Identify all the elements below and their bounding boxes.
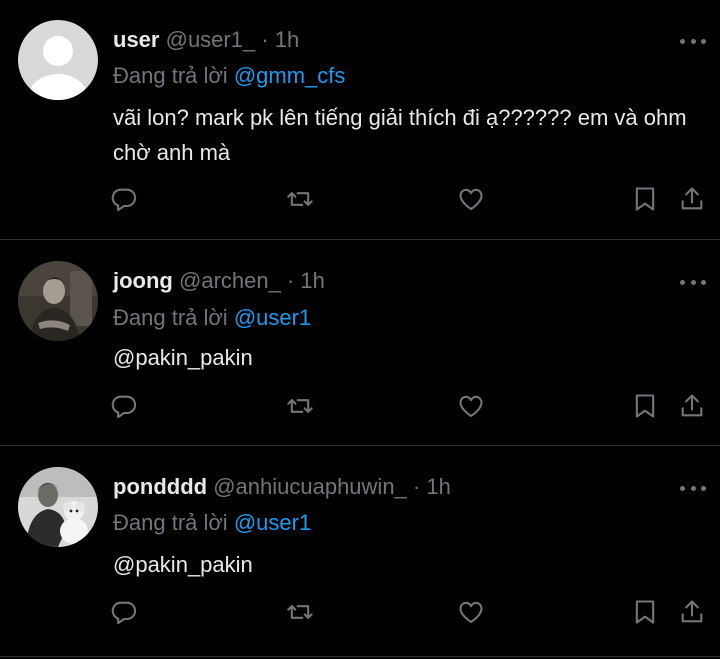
tweet-text: vãi lon? mark pk lên tiếng giải thích đi… bbox=[113, 105, 687, 165]
retweet-icon[interactable] bbox=[285, 184, 315, 214]
separator: · bbox=[286, 268, 295, 293]
bookmark-icon[interactable] bbox=[630, 597, 660, 627]
reply-icon[interactable] bbox=[109, 184, 139, 214]
more-icon[interactable] bbox=[680, 279, 706, 285]
username[interactable]: @archen_ bbox=[179, 268, 281, 293]
replying-to: Đang trả lời @gmm_cfs bbox=[113, 62, 345, 90]
display-name[interactable]: pondddd bbox=[113, 474, 207, 499]
tweet-header: joong @archen_ · 1h bbox=[113, 267, 325, 295]
timestamp[interactable]: 1h bbox=[275, 27, 299, 52]
replying-to-mention[interactable]: @user1 bbox=[234, 305, 311, 330]
reply-icon[interactable] bbox=[109, 391, 139, 421]
tweet-text[interactable]: @pakin_pakin bbox=[113, 340, 703, 375]
share-icon[interactable] bbox=[677, 391, 707, 421]
display-name[interactable]: joong bbox=[113, 268, 173, 293]
retweet-icon[interactable] bbox=[285, 597, 315, 627]
replying-to-mention[interactable]: @gmm_cfs bbox=[234, 63, 346, 88]
tweet[interactable]: pondddd @anhiucuaphuwin_ · 1h Đang trả l… bbox=[0, 446, 720, 657]
replying-to: Đang trả lời @user1 bbox=[113, 509, 311, 537]
replying-to-mention[interactable]: @user1 bbox=[234, 510, 311, 535]
timestamp[interactable]: 1h bbox=[426, 474, 450, 499]
display-name[interactable]: user bbox=[113, 27, 159, 52]
avatar[interactable] bbox=[18, 261, 98, 341]
username[interactable]: @anhiucuaphuwin_ bbox=[213, 474, 407, 499]
tweet-text[interactable]: @pakin_pakin bbox=[113, 547, 703, 582]
avatar[interactable] bbox=[18, 467, 98, 547]
more-icon[interactable] bbox=[680, 485, 706, 491]
timestamp[interactable]: 1h bbox=[300, 268, 324, 293]
share-icon[interactable] bbox=[677, 184, 707, 214]
avatar[interactable] bbox=[18, 20, 98, 100]
tweet-header: pondddd @anhiucuaphuwin_ · 1h bbox=[113, 473, 451, 501]
username[interactable]: @user1_ bbox=[166, 27, 256, 52]
bookmark-icon[interactable] bbox=[630, 391, 660, 421]
replying-to-label: Đang trả lời bbox=[113, 63, 228, 88]
tweet-header: user @user1_ · 1h bbox=[113, 26, 299, 54]
tweet[interactable]: joong @archen_ · 1h Đang trả lời @user1 … bbox=[0, 240, 720, 446]
reply-icon[interactable] bbox=[109, 597, 139, 627]
replying-to-label: Đang trả lời bbox=[113, 305, 228, 330]
retweet-icon[interactable] bbox=[285, 391, 315, 421]
replying-to-label: Đang trả lời bbox=[113, 510, 228, 535]
share-icon[interactable] bbox=[677, 597, 707, 627]
heart-icon[interactable] bbox=[456, 597, 486, 627]
tweet[interactable]: user @user1_ · 1h Đang trả lời @gmm_cfs … bbox=[0, 0, 720, 240]
more-icon[interactable] bbox=[680, 38, 706, 44]
replying-to: Đang trả lời @user1 bbox=[113, 304, 311, 332]
bookmark-icon[interactable] bbox=[630, 184, 660, 214]
separator: · bbox=[261, 27, 269, 52]
heart-icon[interactable] bbox=[456, 391, 486, 421]
separator: · bbox=[412, 474, 421, 499]
heart-icon[interactable] bbox=[456, 184, 486, 214]
